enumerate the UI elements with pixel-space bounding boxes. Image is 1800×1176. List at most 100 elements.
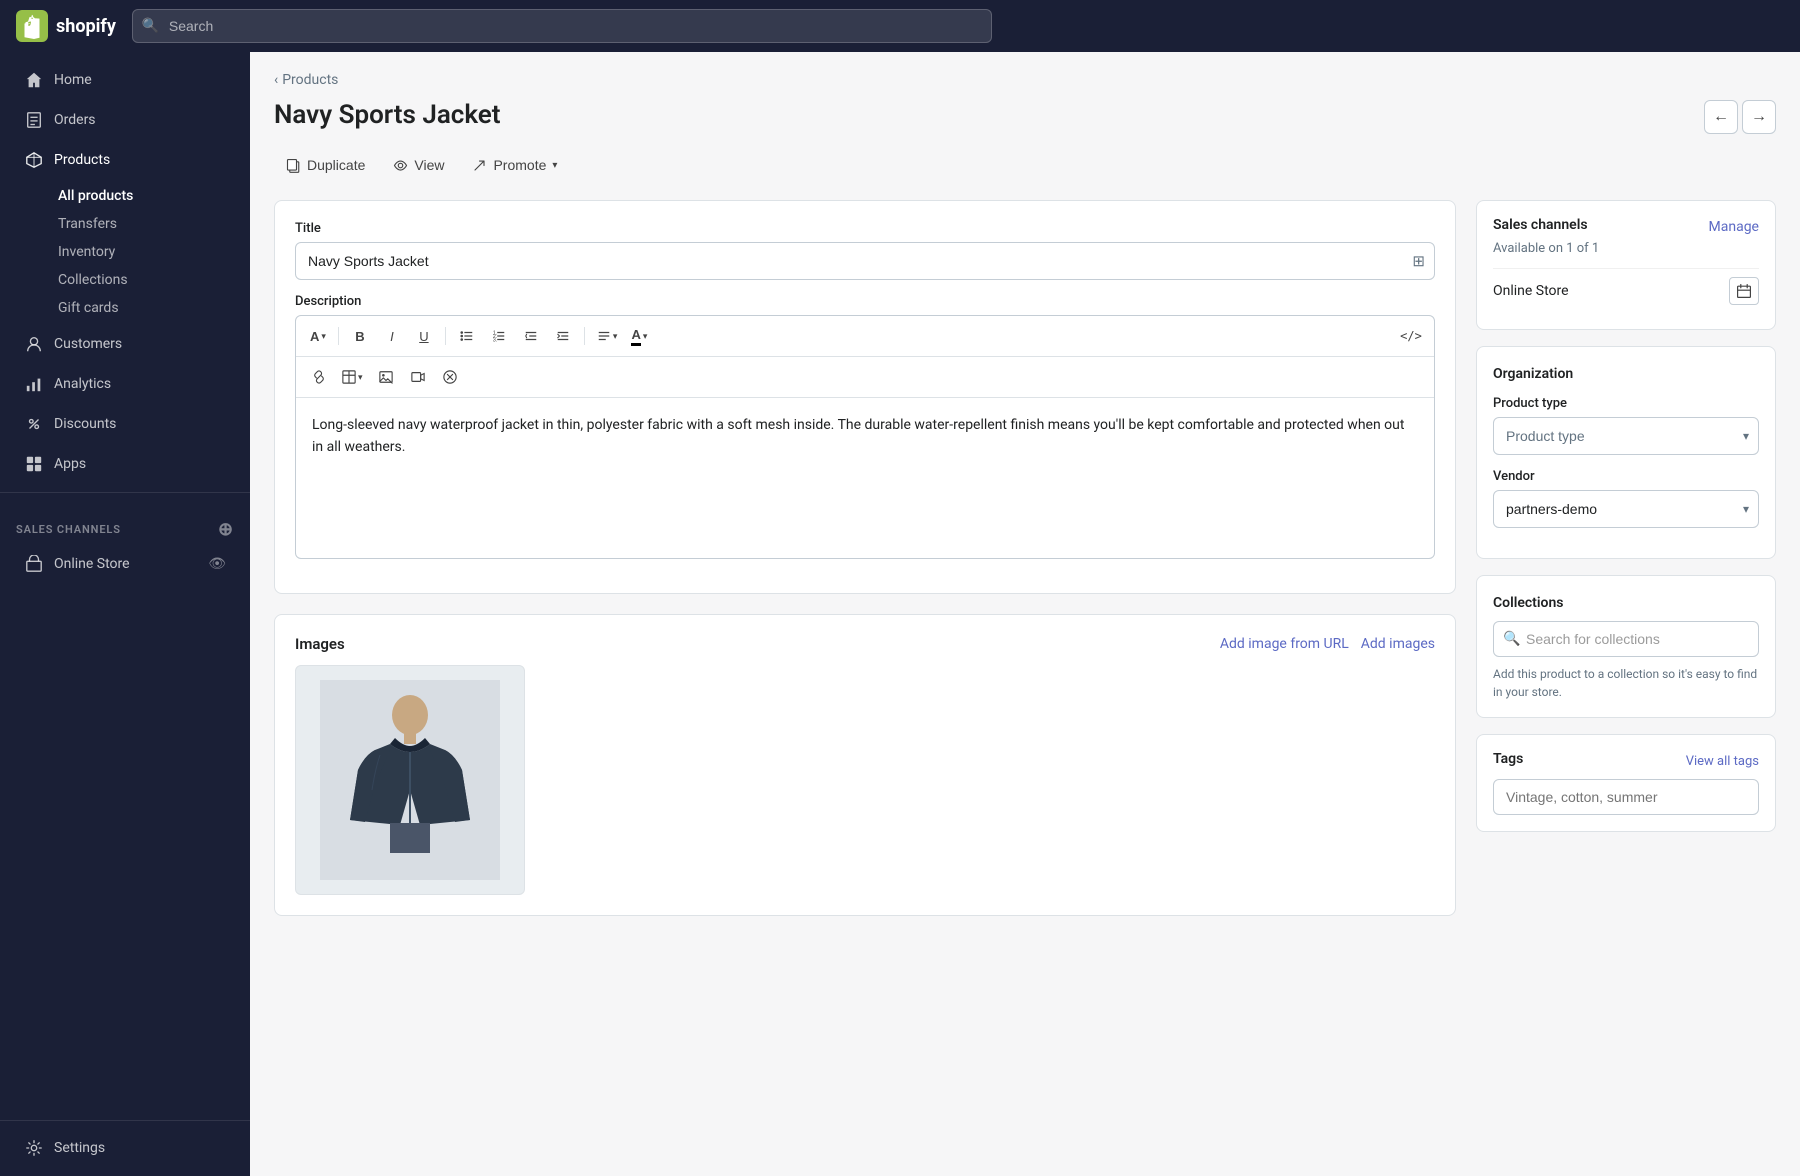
search-bar[interactable]: 🔍 xyxy=(132,9,992,43)
nav-next-button[interactable]: → xyxy=(1742,100,1776,134)
description-content[interactable]: Long-sleeved navy waterproof jacket in t… xyxy=(296,398,1434,558)
sidebar-sub-gift-cards[interactable]: Gift cards xyxy=(46,294,250,322)
collections-search-input[interactable] xyxy=(1493,621,1759,657)
calendar-icon[interactable] xyxy=(1729,277,1759,305)
rte-image-btn[interactable] xyxy=(371,363,401,391)
images-card: Images Add image from URL Add images xyxy=(274,614,1456,916)
product-image-thumbnail[interactable] xyxy=(295,665,525,895)
add-image-url-link[interactable]: Add image from URL xyxy=(1220,636,1349,652)
title-input[interactable] xyxy=(295,242,1435,280)
sidebar-item-settings-label: Settings xyxy=(54,1140,105,1156)
rte-bold-btn[interactable]: B xyxy=(345,322,375,350)
rte-container: A ▾ B I U xyxy=(295,315,1435,559)
product-type-label: Product type xyxy=(1493,396,1759,411)
view-all-tags-link[interactable]: View all tags xyxy=(1686,754,1759,769)
sidebar-item-products[interactable]: Products xyxy=(8,141,242,179)
rte-text-color-icon: A xyxy=(631,327,640,346)
svg-text:3.: 3. xyxy=(493,337,497,343)
rte-indent-decrease-btn[interactable] xyxy=(516,322,546,350)
add-sales-channel-icon[interactable]: ⊕ xyxy=(218,519,234,540)
main-content: ‹ Products Navy Sports Jacket ← → Duplic… xyxy=(250,52,1800,1176)
description-label: Description xyxy=(295,294,1435,309)
collections-search: 🔍 xyxy=(1493,621,1759,657)
tags-card: Tags View all tags xyxy=(1476,734,1776,832)
vendor-group: Vendor partners-demo ▾ xyxy=(1493,469,1759,528)
rte-italic-btn[interactable]: I xyxy=(377,322,407,350)
manage-link[interactable]: Manage xyxy=(1709,219,1759,235)
sidebar-item-customers[interactable]: Customers xyxy=(8,325,242,363)
rte-align-icon xyxy=(597,329,611,343)
content-main: Title ⊞ Description xyxy=(274,200,1456,936)
home-icon xyxy=(24,70,44,90)
products-submenu: All products Transfers Inventory Collect… xyxy=(0,180,250,324)
customers-icon xyxy=(24,334,44,354)
logo-text: shopify xyxy=(56,16,116,37)
promote-button[interactable]: Promote ▾ xyxy=(460,150,569,180)
sales-channels-card: Sales channels Manage Available on 1 of … xyxy=(1476,200,1776,330)
logo: shopify xyxy=(16,10,116,42)
product-type-group: Product type Product type ▾ xyxy=(1493,396,1759,455)
sidebar-item-apps[interactable]: Apps xyxy=(8,445,242,483)
collections-card-title: Collections xyxy=(1493,595,1563,611)
tags-input[interactable] xyxy=(1493,779,1759,815)
rte-unordered-list-btn[interactable] xyxy=(452,322,482,350)
sidebar-item-analytics[interactable]: Analytics xyxy=(8,365,242,403)
breadcrumb[interactable]: ‹ Products xyxy=(274,72,1776,88)
vendor-select[interactable]: partners-demo xyxy=(1493,490,1759,528)
sidebar-sub-collections[interactable]: Collections xyxy=(46,266,250,294)
images-title: Images xyxy=(295,635,345,653)
rte-clear-btn[interactable] xyxy=(435,363,465,391)
sidebar-sub-all-products[interactable]: All products xyxy=(46,182,250,210)
rte-video-btn[interactable] xyxy=(403,363,433,391)
sidebar-item-orders[interactable]: Orders xyxy=(8,101,242,139)
sidebar-sub-transfers[interactable]: Transfers xyxy=(46,210,250,238)
online-store-label: Online Store xyxy=(1493,283,1569,299)
nav-prev-button[interactable]: ← xyxy=(1704,100,1738,134)
content-aside: Sales channels Manage Available on 1 of … xyxy=(1476,200,1776,848)
tags-title: Tags xyxy=(1493,751,1523,767)
online-store-eye-icon[interactable]: 👁 xyxy=(208,556,226,572)
rte-text-color-btn[interactable]: A ▾ xyxy=(625,322,653,350)
rte-sep2 xyxy=(445,327,446,345)
images-header: Images Add image from URL Add images xyxy=(295,635,1435,653)
rte-underline-btn[interactable]: U xyxy=(409,322,439,350)
rte-ordered-list-btn[interactable]: 1.2.3. xyxy=(484,322,514,350)
analytics-icon xyxy=(24,374,44,394)
sidebar-item-online-store[interactable]: Online Store 👁 xyxy=(8,545,242,583)
discounts-icon xyxy=(24,414,44,434)
title-label: Title xyxy=(295,221,1435,236)
rte-indent-increase-btn[interactable] xyxy=(548,322,578,350)
view-label: View xyxy=(414,157,444,173)
sales-channels-availability: Available on 1 of 1 xyxy=(1493,241,1759,256)
rte-link-btn[interactable] xyxy=(304,363,334,391)
sidebar-item-home[interactable]: Home xyxy=(8,61,242,99)
view-icon xyxy=(393,158,408,173)
rte-table-btn[interactable]: ▾ xyxy=(336,363,369,391)
duplicate-button[interactable]: Duplicate xyxy=(274,150,377,180)
search-input[interactable] xyxy=(132,9,992,43)
sidebar-sub-inventory[interactable]: Inventory xyxy=(46,238,250,266)
add-images-link[interactable]: Add images xyxy=(1361,636,1435,652)
breadcrumb-text: Products xyxy=(282,72,338,88)
tags-header: Tags View all tags xyxy=(1493,751,1759,771)
rte-code-btn[interactable]: </> xyxy=(1396,322,1426,350)
sales-channels-header: Sales channels Manage xyxy=(1493,217,1759,237)
sidebar-item-orders-label: Orders xyxy=(54,112,96,128)
sidebar-item-settings[interactable]: Settings xyxy=(8,1129,242,1167)
orders-icon xyxy=(24,110,44,130)
content-layout: Title ⊞ Description xyxy=(274,200,1776,936)
promote-label: Promote xyxy=(493,157,546,173)
vendor-label: Vendor xyxy=(1493,469,1759,484)
view-button[interactable]: View xyxy=(381,150,456,180)
rte-align-btn[interactable]: ▾ xyxy=(591,322,624,350)
product-type-select[interactable]: Product type xyxy=(1493,417,1759,455)
rte-sep3 xyxy=(584,327,585,345)
sidebar-item-online-store-label: Online Store xyxy=(54,556,130,572)
sidebar-item-discounts[interactable]: Discounts xyxy=(8,405,242,443)
rte-table-dropdown-icon: ▾ xyxy=(358,372,363,383)
settings-icon xyxy=(24,1138,44,1158)
duplicate-icon xyxy=(286,158,301,173)
jacket-illustration xyxy=(320,680,500,880)
rte-font-size-btn[interactable]: A ▾ xyxy=(304,322,332,350)
rte-toolbar-1: A ▾ B I U xyxy=(296,316,1434,357)
